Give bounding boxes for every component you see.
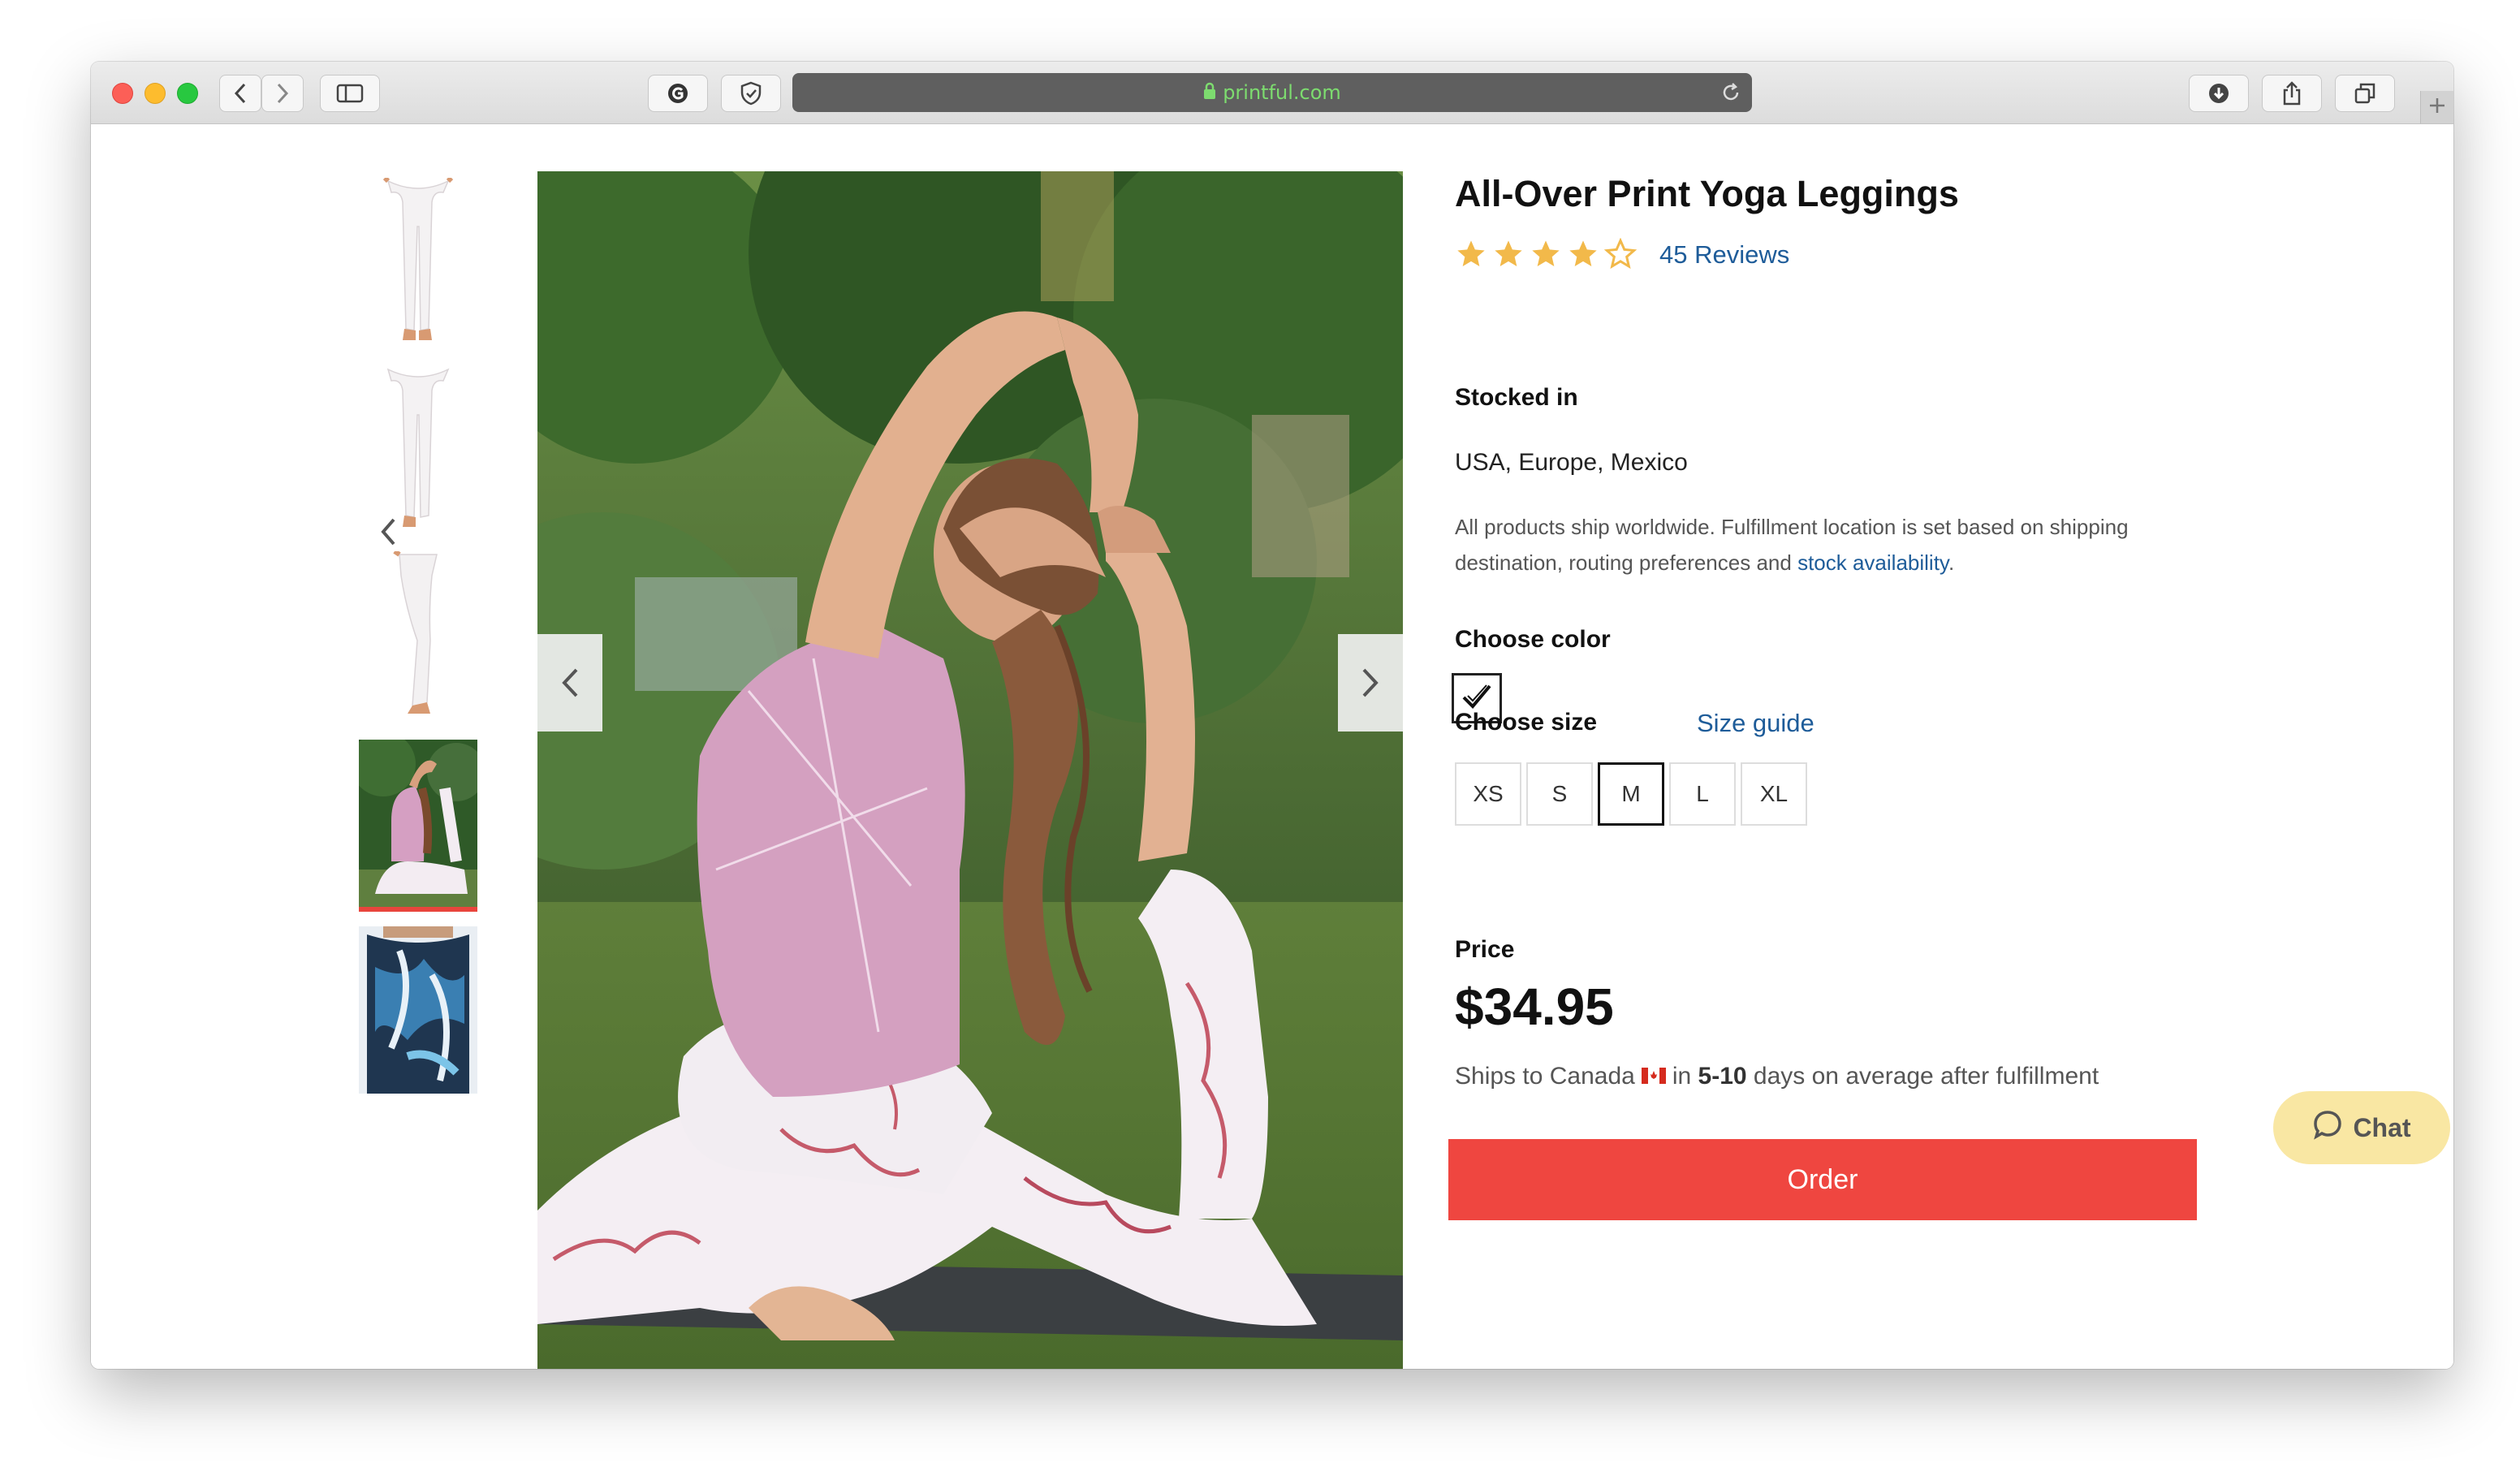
reload-icon[interactable]: [1720, 81, 1742, 108]
shipping-note: All products ship worldwide. Fulfillment…: [1455, 509, 2202, 580]
new-tab-button[interactable]: [2420, 91, 2453, 123]
star-empty-icon: [1604, 238, 1637, 270]
price-value: $34.95: [1455, 978, 1614, 1036]
stock-availability-link[interactable]: stock availability: [1797, 550, 1948, 575]
stocked-in-value: USA, Europe, Mexico: [1455, 449, 1688, 476]
ships-in-text: in: [1672, 1063, 1692, 1090]
star-filled-icon: [1457, 240, 1485, 266]
shipping-note-line-1: All products ship worldwide. Fulfillment…: [1455, 515, 2129, 539]
thumbnail-blue-print[interactable]: [359, 926, 477, 1094]
thumbnail-side-view[interactable]: [359, 551, 477, 719]
choose-size-label: Choose size: [1455, 709, 1598, 736]
forward-arrow-icon: [276, 83, 289, 104]
size-option-s[interactable]: S: [1526, 762, 1593, 826]
size-option-xs[interactable]: XS: [1455, 762, 1521, 826]
ships-days: 5-10: [1698, 1063, 1747, 1090]
order-button[interactable]: Order: [1448, 1139, 2197, 1220]
thumbnail-front-view[interactable]: [359, 178, 477, 345]
close-window-button[interactable]: [112, 83, 133, 104]
url-text: printful.com: [1223, 81, 1341, 104]
image-prev-button[interactable]: [537, 634, 602, 732]
star-filled-icon: [1532, 240, 1560, 266]
grammarly-icon: [667, 82, 689, 105]
shipping-note-line-2: destination, routing preferences and sto…: [1455, 545, 2202, 580]
chat-label: Chat: [2353, 1112, 2411, 1142]
chevron-right-icon: [1360, 667, 1381, 699]
tab-overview-button[interactable]: [2335, 75, 2395, 112]
size-option-m[interactable]: M: [1598, 762, 1664, 826]
forward-button[interactable]: [261, 75, 304, 112]
share-button[interactable]: [2262, 75, 2322, 112]
sidebar-button[interactable]: [320, 75, 380, 112]
tabs-icon: [2354, 82, 2376, 105]
download-icon: [2207, 82, 2230, 105]
star-filled-icon: [1569, 240, 1597, 266]
shipping-estimate: Ships to Canada in 5-10 days on average …: [1455, 1063, 2099, 1090]
thumbnail-yoga-pose[interactable]: [359, 740, 477, 912]
rating-stars: [1455, 238, 1637, 270]
ships-after-text: days on average after fulfillment: [1753, 1063, 2099, 1090]
product-title: All-Over Print Yoga Leggings: [1455, 173, 1959, 214]
thumbnail-back-view[interactable]: [359, 365, 477, 532]
shipping-note-end: .: [1948, 550, 1955, 575]
product-main-image: [537, 171, 1403, 1369]
reviews-link[interactable]: 45 Reviews: [1659, 240, 1789, 270]
shipping-note-text: destination, routing preferences and: [1455, 550, 1798, 575]
thumbnail-prev-button[interactable]: [372, 511, 404, 556]
plus-icon: [2428, 93, 2446, 121]
chat-button[interactable]: Chat: [2273, 1091, 2450, 1164]
downloads-button[interactable]: [2189, 75, 2249, 112]
chevron-left-icon: [379, 517, 397, 550]
star-filled-icon: [1495, 240, 1522, 266]
price-label: Price: [1455, 936, 1515, 963]
image-next-button[interactable]: [1338, 634, 1403, 732]
grammarly-extension-button[interactable]: [648, 75, 708, 112]
stocked-in-label: Stocked in: [1455, 384, 1578, 411]
maximize-window-button[interactable]: [177, 83, 198, 104]
size-options: XS S M L XL: [1455, 762, 1807, 826]
browser-window: printful.com All-Over Print Yoga Legging…: [91, 62, 2453, 1369]
choose-color-label: Choose color: [1455, 626, 1611, 653]
share-icon: [2281, 81, 2302, 106]
address-bar[interactable]: printful.com: [792, 73, 1752, 112]
back-arrow-icon: [234, 83, 247, 104]
size-option-xl[interactable]: XL: [1741, 762, 1807, 826]
minimize-window-button[interactable]: [145, 83, 166, 104]
privacy-extension-button[interactable]: [721, 75, 781, 112]
browser-toolbar: printful.com: [91, 62, 2453, 124]
ships-to-text: Ships to Canada: [1455, 1063, 1635, 1090]
back-button[interactable]: [219, 75, 261, 112]
size-guide-link[interactable]: Size guide: [1697, 709, 1814, 738]
chevron-left-icon: [559, 667, 580, 699]
chat-bubble-icon: [2312, 1109, 2343, 1146]
sidebar-icon: [336, 84, 364, 103]
lock-icon: [1203, 82, 1216, 104]
product-page: All-Over Print Yoga Leggings 45 Reviews …: [91, 124, 2453, 1369]
size-option-l[interactable]: L: [1669, 762, 1736, 826]
canada-flag-icon: [1641, 1063, 1666, 1090]
shield-icon: [740, 81, 762, 106]
